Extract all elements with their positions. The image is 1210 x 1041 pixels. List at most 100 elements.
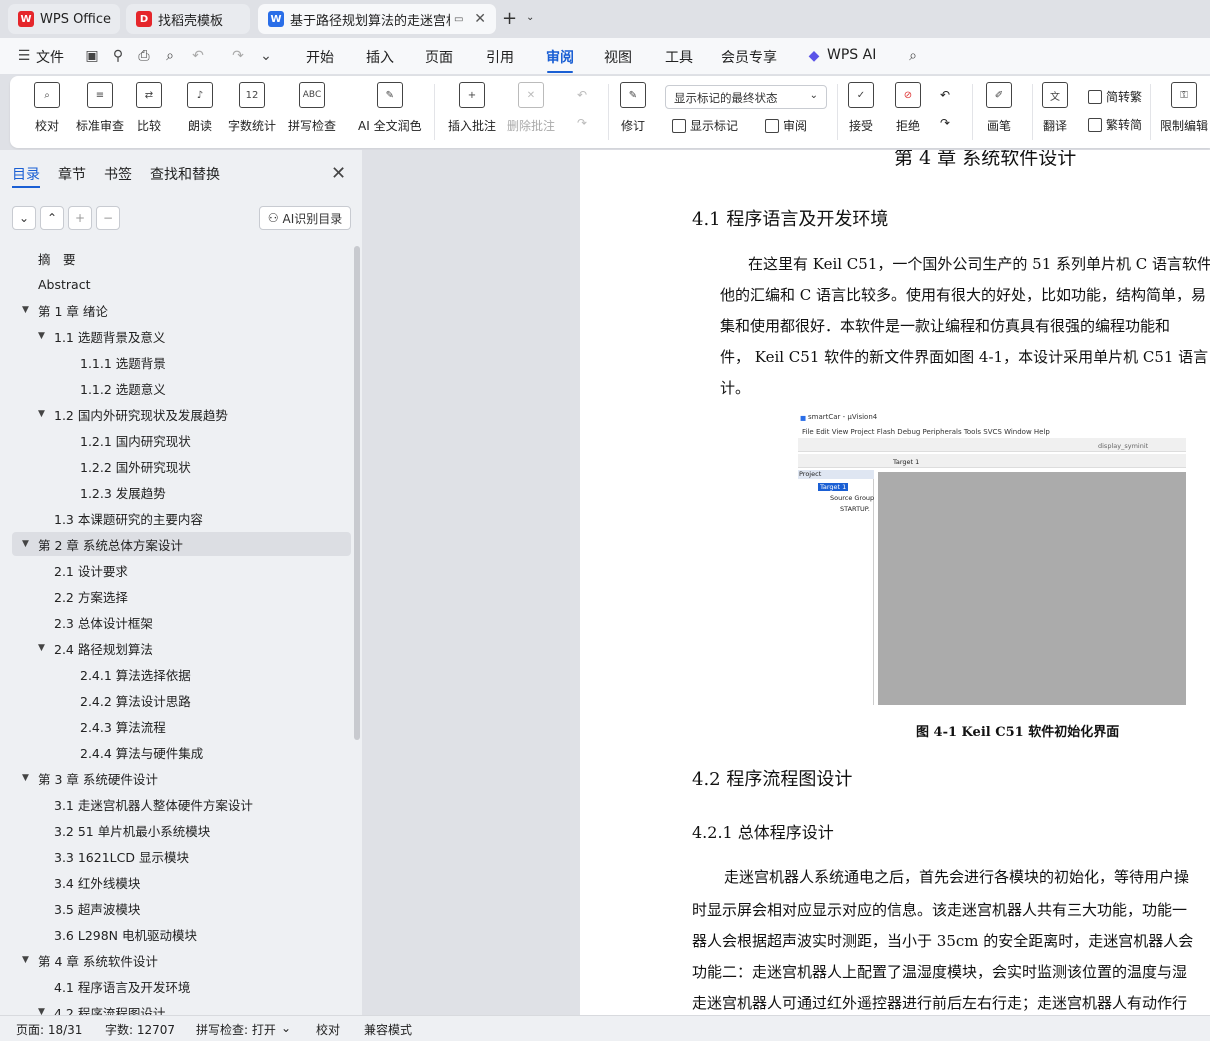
toc-item[interactable]: 3.4 红外线模块 xyxy=(12,870,351,894)
word-count-button[interactable]: 12 字数统计 xyxy=(228,82,276,134)
menu-page[interactable]: 页面 xyxy=(425,47,453,67)
toc-item[interactable]: 3.5 超声波模块 xyxy=(12,896,351,920)
toc-item[interactable]: ▼ 4.2 程序流程图设计 xyxy=(12,1000,351,1016)
toc-item[interactable]: ▼ 第 1 章 绪论 xyxy=(12,298,351,322)
tab-find-replace[interactable]: 查找和替换 xyxy=(150,164,220,184)
toc-item[interactable]: 3.3 1621LCD 显示模块 xyxy=(12,844,351,868)
toc-item[interactable]: 1.2.1 国内研究现状 xyxy=(12,428,351,452)
translate-button[interactable]: 文翻译 xyxy=(1042,82,1068,134)
compare-button[interactable]: ⇄ 比较 xyxy=(136,82,162,134)
close-icon[interactable]: ✕ xyxy=(331,163,346,184)
hamburger-icon[interactable]: ☰ xyxy=(16,48,32,64)
toc-item[interactable]: ▼ 第 4 章 系统软件设计 xyxy=(12,948,351,972)
markup-display-select[interactable]: 显示标记的最终状态 ⌄ xyxy=(665,85,827,109)
accept-button[interactable]: ✓ 接受 xyxy=(848,82,874,134)
toc-item[interactable]: 1.1.1 选题背景 xyxy=(12,350,351,374)
track-changes-button[interactable]: ✎ 修订 xyxy=(620,82,646,134)
toc-item[interactable]: 3.6 L298N 电机驱动模块 xyxy=(12,922,351,946)
collapse-arrow-icon[interactable]: ▼ xyxy=(38,409,50,419)
menu-membership[interactable]: 会员专享 xyxy=(721,47,777,67)
toc-item[interactable]: 1.2.3 发展趋势 xyxy=(12,480,351,504)
pen-button[interactable]: ✐ 画笔 xyxy=(986,82,1012,134)
toc-item[interactable]: 3.1 走迷宫机器人整体硬件方案设计 xyxy=(12,792,351,816)
collapse-button[interactable]: ⌃ xyxy=(40,206,64,230)
toc-item[interactable]: 2.1 设计要求 xyxy=(12,558,351,582)
spell-check-status[interactable]: 拼写检查: 打开 xyxy=(196,1021,276,1038)
expand-button[interactable]: ⌄ xyxy=(12,206,36,230)
toc-item[interactable]: Abstract xyxy=(12,272,351,296)
toc-item[interactable]: 1.3 本课题研究的主要内容 xyxy=(12,506,351,530)
collapse-arrow-icon[interactable]: ▼ xyxy=(22,539,34,549)
menu-references[interactable]: 引用 xyxy=(486,47,514,67)
chevron-down-icon[interactable]: ⌄ xyxy=(526,12,534,23)
toc-scrollbar[interactable] xyxy=(354,246,360,740)
link-icon[interactable]: ⚲ xyxy=(110,48,126,64)
tab-current-document[interactable]: W 基于路径规划算法的走迷宫机 ▭ ✕ xyxy=(258,4,496,34)
collapse-arrow-icon[interactable]: ▼ xyxy=(22,773,34,783)
add-heading-button[interactable]: + xyxy=(68,206,92,230)
toc-item[interactable]: 2.4.1 算法选择依据 xyxy=(12,662,351,686)
simplified-to-traditional-button[interactable]: 简转繁 xyxy=(1088,88,1142,105)
show-markup-button[interactable]: 显示标记 xyxy=(672,117,738,134)
remove-heading-button[interactable]: − xyxy=(96,206,120,230)
toc-item[interactable]: 1.2.2 国外研究现状 xyxy=(12,454,351,478)
spell-check-button[interactable]: ABC 拼写检查 xyxy=(288,82,336,134)
collapse-arrow-icon[interactable]: ▼ xyxy=(38,1007,50,1015)
print-icon[interactable]: ⎙ xyxy=(136,48,152,64)
word-count[interactable]: 字数: 12707 xyxy=(105,1021,175,1038)
menu-wps-ai[interactable]: WPS AI xyxy=(827,47,876,63)
toc-item[interactable]: 摘 要 xyxy=(12,246,351,270)
proofread-button[interactable]: ⌕ 校对 xyxy=(34,82,60,134)
restrict-editing-button[interactable]: ⚿ 限制编辑 xyxy=(1160,82,1208,134)
tab-docer[interactable]: D 找稻壳模板 xyxy=(126,4,250,34)
toc-item[interactable]: 2.3 总体设计框架 xyxy=(12,610,351,634)
standard-review-button[interactable]: ≡ 标准审查 xyxy=(76,82,124,134)
page-indicator[interactable]: 页面: 18/31 xyxy=(16,1021,82,1038)
toc-item[interactable]: 3.2 51 单片机最小系统模块 xyxy=(12,818,351,842)
menu-file[interactable]: 文件 xyxy=(36,47,64,67)
proofread-status[interactable]: 校对 xyxy=(316,1021,340,1038)
search-icon[interactable]: ⌕ xyxy=(905,48,921,64)
insert-comment-button[interactable]: + 插入批注 xyxy=(448,82,496,134)
toc-item[interactable]: ▼ 第 2 章 系统总体方案设计 xyxy=(12,532,351,556)
collapse-arrow-icon[interactable]: ▼ xyxy=(22,305,34,315)
monitor-icon[interactable]: ▭ xyxy=(454,14,463,25)
tab-bookmarks[interactable]: 书签 xyxy=(104,164,132,184)
menu-view[interactable]: 视图 xyxy=(604,47,632,67)
toc-item[interactable]: 2.2 方案选择 xyxy=(12,584,351,608)
tab-sections[interactable]: 章节 xyxy=(58,164,86,184)
menu-insert[interactable]: 插入 xyxy=(366,47,394,67)
toc-item[interactable]: 2.4.2 算法设计思路 xyxy=(12,688,351,712)
print-preview-icon[interactable]: ⌕ xyxy=(162,48,178,64)
toc-item[interactable]: 2.4.4 算法与硬件集成 xyxy=(12,740,351,764)
new-tab-icon[interactable]: + xyxy=(502,8,517,29)
previous-change-icon[interactable]: ↶ xyxy=(940,88,950,102)
ai-toc-button[interactable]: ⚇ AI识别目录 xyxy=(259,206,351,230)
previous-comment-icon[interactable]: ↶ xyxy=(577,88,587,102)
collapse-arrow-icon[interactable]: ▼ xyxy=(22,955,34,965)
toc-item[interactable]: 1.1.2 选题意义 xyxy=(12,376,351,400)
menu-home[interactable]: 开始 xyxy=(306,47,334,67)
close-icon[interactable]: ✕ xyxy=(474,11,486,27)
document-page[interactable]: 第 4 章 系统软件设计 4.1 程序语言及开发环境 在这里有 Keil C51… xyxy=(580,150,1210,1015)
chevron-down-icon[interactable]: ⌄ xyxy=(258,48,274,64)
next-comment-icon[interactable]: ↷ xyxy=(577,116,587,130)
tab-wps-office[interactable]: W WPS Office xyxy=(8,4,120,34)
toc-item[interactable]: ▼ 1.2 国内外研究现状及发展趋势 xyxy=(12,402,351,426)
traditional-to-simplified-button[interactable]: 繁转简 xyxy=(1088,116,1142,133)
toc-item[interactable]: 4.1 程序语言及开发环境 xyxy=(12,974,351,998)
tab-toc[interactable]: 目录 xyxy=(12,164,40,184)
collapse-arrow-icon[interactable]: ▼ xyxy=(38,331,50,341)
undo-icon[interactable]: ↶ xyxy=(190,48,206,64)
menu-tools[interactable]: 工具 xyxy=(665,47,693,67)
reject-button[interactable]: ⊘ 拒绝 xyxy=(895,82,921,134)
toc-item[interactable]: ▼ 2.4 路径规划算法 xyxy=(12,636,351,660)
toc-item[interactable]: ▼ 第 3 章 系统硬件设计 xyxy=(12,766,351,790)
collapse-arrow-icon[interactable]: ▼ xyxy=(38,643,50,653)
redo-icon[interactable]: ↷ xyxy=(230,48,246,64)
review-pane-button[interactable]: 审阅 xyxy=(765,117,807,134)
next-change-icon[interactable]: ↷ xyxy=(940,116,950,130)
menu-review[interactable]: 审阅 xyxy=(546,47,574,67)
toc-item[interactable]: 2.4.3 算法流程 xyxy=(12,714,351,738)
save-icon[interactable]: ▣ xyxy=(84,48,100,64)
